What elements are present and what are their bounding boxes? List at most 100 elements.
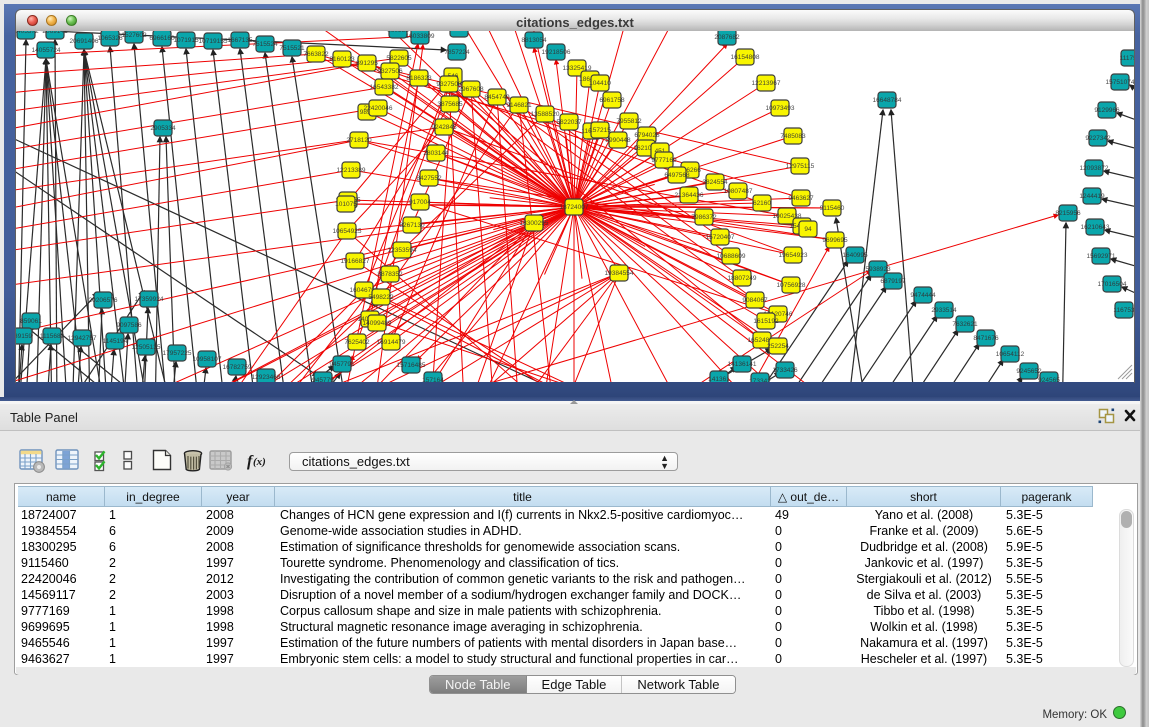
svg-text:15751074: 15751074 bbox=[1106, 79, 1134, 86]
svg-text:17016504: 17016504 bbox=[1098, 281, 1127, 288]
svg-text:14055724: 14055724 bbox=[32, 47, 61, 54]
svg-text:15716485: 15716485 bbox=[397, 362, 426, 369]
svg-text:10688609: 10688609 bbox=[717, 253, 746, 260]
svg-text:9097586: 9097586 bbox=[116, 322, 142, 329]
svg-text:16033809: 16033809 bbox=[406, 33, 435, 40]
svg-text:6961758: 6961758 bbox=[599, 97, 625, 104]
svg-text:19384554: 19384554 bbox=[605, 270, 634, 277]
svg-text:9115460: 9115460 bbox=[820, 205, 845, 212]
svg-text:18807249: 18807249 bbox=[728, 275, 757, 282]
svg-text:9084067: 9084067 bbox=[742, 297, 768, 304]
svg-text:785722: 785722 bbox=[448, 31, 470, 33]
svg-text:7515524: 7515524 bbox=[252, 41, 278, 48]
svg-text:252254: 252254 bbox=[767, 343, 789, 350]
svg-text:1115682: 1115682 bbox=[40, 333, 65, 340]
svg-text:16543382: 16543382 bbox=[370, 84, 399, 91]
svg-text:16782759: 16782759 bbox=[223, 364, 252, 371]
svg-text:15692971: 15692971 bbox=[1087, 253, 1116, 260]
svg-text:7857224: 7857224 bbox=[444, 49, 470, 56]
svg-text:19166827: 19166827 bbox=[341, 258, 370, 265]
svg-text:15720407: 15720407 bbox=[706, 234, 735, 241]
svg-text:2905334: 2905334 bbox=[150, 125, 176, 132]
svg-text:9129966: 9129966 bbox=[1094, 107, 1120, 114]
svg-text:16648784: 16648784 bbox=[873, 97, 902, 104]
svg-text:7663822: 7663822 bbox=[303, 51, 329, 58]
svg-text:12975115: 12975115 bbox=[786, 163, 815, 170]
svg-text:10719155: 10719155 bbox=[199, 38, 228, 45]
svg-text:7955812: 7955812 bbox=[616, 118, 642, 125]
svg-text:8471676: 8471676 bbox=[973, 335, 999, 342]
svg-text:8427552: 8427552 bbox=[416, 175, 442, 182]
svg-text:18300295: 18300295 bbox=[520, 220, 549, 227]
svg-text:(x): (x) bbox=[253, 456, 266, 468]
svg-text:2718120: 2718120 bbox=[346, 137, 372, 144]
svg-text:10973493: 10973493 bbox=[766, 105, 795, 112]
svg-text:9457791: 9457791 bbox=[329, 361, 355, 368]
svg-text:157164: 157164 bbox=[422, 377, 444, 382]
svg-text:1640995: 1640995 bbox=[842, 252, 868, 259]
svg-text:16914479: 16914479 bbox=[377, 339, 406, 346]
svg-text:18724007: 18724007 bbox=[560, 204, 589, 211]
svg-text:62160: 62160 bbox=[753, 200, 771, 207]
svg-text:5498222: 5498222 bbox=[368, 294, 394, 301]
svg-text:9474444: 9474444 bbox=[910, 292, 936, 299]
svg-text:22420046: 22420046 bbox=[364, 105, 393, 112]
svg-text:1405572: 1405572 bbox=[16, 31, 39, 35]
svg-text:8186323: 8186323 bbox=[406, 75, 432, 82]
svg-text:12942757: 12942757 bbox=[68, 335, 97, 342]
svg-text:10654112: 10654112 bbox=[996, 351, 1025, 358]
svg-text:19654923: 19654923 bbox=[779, 252, 808, 259]
svg-text:3824554: 3824554 bbox=[702, 179, 728, 186]
svg-text:6497568: 6497568 bbox=[664, 172, 690, 179]
svg-text:12353594: 12353594 bbox=[388, 247, 417, 254]
svg-text:8454749: 8454749 bbox=[484, 94, 510, 101]
svg-text:17957225: 17957225 bbox=[163, 350, 192, 357]
svg-text:7485083: 7485083 bbox=[780, 133, 806, 140]
svg-text:157215: 157215 bbox=[589, 127, 611, 134]
svg-text:9327506: 9327506 bbox=[377, 68, 403, 75]
svg-text:8267130: 8267130 bbox=[399, 222, 425, 229]
svg-text:9245652: 9245652 bbox=[1016, 368, 1042, 375]
svg-text:19218506: 19218506 bbox=[542, 49, 571, 56]
svg-text:20691406: 20691406 bbox=[70, 38, 99, 45]
svg-text:8160123: 8160123 bbox=[329, 56, 355, 63]
svg-text:116753: 116753 bbox=[1113, 307, 1134, 314]
svg-text:12213967: 12213967 bbox=[752, 80, 781, 87]
svg-text:2087682: 2087682 bbox=[714, 34, 740, 41]
svg-text:3875685: 3875685 bbox=[437, 101, 463, 108]
svg-text:5822605: 5822605 bbox=[386, 55, 412, 62]
svg-text:9242845: 9242845 bbox=[431, 124, 457, 131]
svg-text:10958107: 10958107 bbox=[193, 356, 222, 363]
svg-text:7625402: 7625402 bbox=[344, 339, 370, 346]
svg-text:1667135: 1667135 bbox=[227, 37, 253, 44]
svg-text:1244419: 1244419 bbox=[1079, 193, 1105, 200]
svg-text:5822037: 5822037 bbox=[556, 119, 582, 126]
svg-text:945779: 945779 bbox=[312, 377, 334, 382]
svg-text:8990448: 8990448 bbox=[605, 137, 631, 144]
svg-text:104410: 104410 bbox=[589, 80, 611, 87]
svg-text:20206576: 20206576 bbox=[89, 297, 118, 304]
svg-text:10654925: 10654925 bbox=[333, 228, 362, 235]
svg-text:141361: 141361 bbox=[708, 376, 730, 382]
svg-text:6966160: 6966160 bbox=[149, 35, 175, 42]
svg-text:9699695: 9699695 bbox=[822, 237, 848, 244]
svg-text:21364436: 21364436 bbox=[675, 192, 704, 199]
svg-text:7986372: 7986372 bbox=[691, 214, 717, 221]
svg-text:13588520: 13588520 bbox=[531, 111, 560, 118]
svg-text:1071915: 1071915 bbox=[173, 37, 199, 44]
svg-text:7632621: 7632621 bbox=[952, 321, 978, 328]
svg-text:1145194: 1145194 bbox=[103, 338, 128, 345]
svg-text:2803144: 2803144 bbox=[423, 150, 449, 157]
svg-text:2933514: 2933514 bbox=[931, 307, 957, 314]
svg-text:111753: 111753 bbox=[1120, 55, 1134, 62]
svg-text:8215956: 8215956 bbox=[1055, 210, 1081, 217]
svg-text:917004: 917004 bbox=[409, 199, 431, 206]
svg-text:8878352: 8878352 bbox=[377, 271, 403, 278]
svg-text:6794028: 6794028 bbox=[634, 132, 660, 139]
svg-text:9227342: 9227342 bbox=[1085, 135, 1111, 142]
svg-text:17359924: 17359924 bbox=[135, 296, 164, 303]
svg-text:39159: 39159 bbox=[16, 333, 32, 340]
svg-text:16154808: 16154808 bbox=[731, 54, 760, 61]
svg-text:1527602: 1527602 bbox=[121, 32, 147, 39]
svg-text:12213389: 12213389 bbox=[337, 167, 366, 174]
